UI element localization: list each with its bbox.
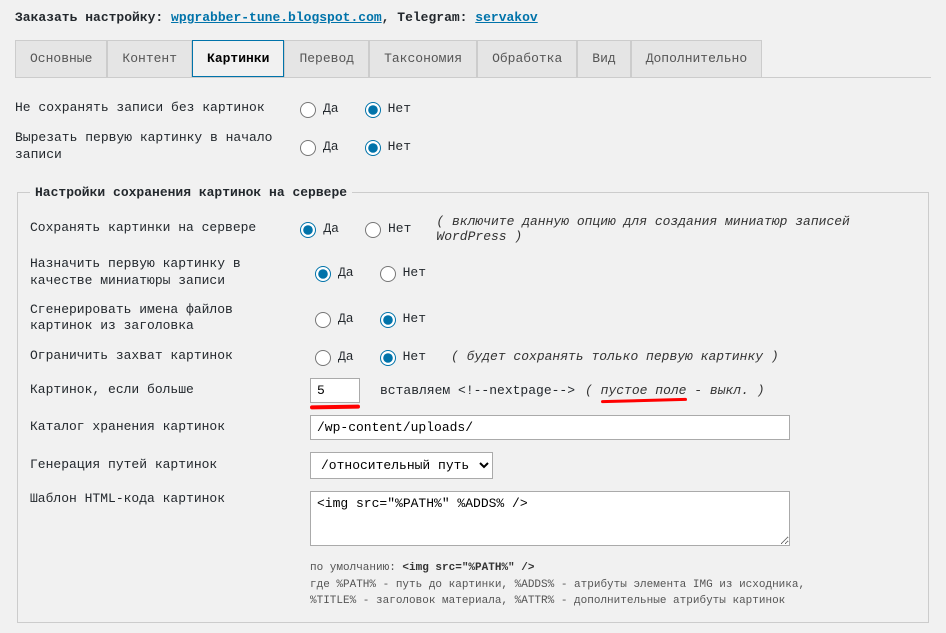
- header-prefix: Заказать настройку:: [15, 10, 171, 25]
- radio-yes[interactable]: Да: [310, 347, 354, 366]
- images-count-input[interactable]: [310, 378, 360, 403]
- path-gen-select[interactable]: /относительный путь: [310, 452, 493, 479]
- tab-images[interactable]: Картинки: [192, 40, 284, 77]
- legend: Настройки сохранения картинок на сервере: [30, 185, 352, 200]
- row-limit-image-grab: Ограничить захват картинок Да Нет ( буде…: [30, 341, 916, 372]
- radio-no[interactable]: Нет: [375, 263, 426, 282]
- html-template-textarea[interactable]: <img src="%PATH%" %ADDS% />: [310, 491, 790, 546]
- tab-translate[interactable]: Перевод: [284, 40, 369, 77]
- radio-no[interactable]: Нет: [360, 137, 411, 156]
- hint: ( пустое поле - выкл. ): [585, 383, 764, 398]
- template-notes: по умолчанию: <img src="%PATH%" /> где %…: [310, 560, 916, 610]
- storage-dir-input[interactable]: [310, 415, 790, 440]
- radio-no[interactable]: Нет: [360, 99, 411, 118]
- radio-yes[interactable]: Да: [310, 309, 354, 328]
- row-path-generation: Генерация путей картинок /относительный …: [30, 446, 916, 485]
- fieldset-save-images: Настройки сохранения картинок на сервере…: [17, 185, 929, 623]
- tab-main[interactable]: Основные: [15, 40, 107, 77]
- tab-processing[interactable]: Обработка: [477, 40, 577, 77]
- after-text: вставляем <!--nextpage-->: [380, 383, 575, 398]
- radio-yes[interactable]: Да: [295, 99, 339, 118]
- radio-no[interactable]: Нет: [375, 309, 426, 328]
- radio-yes[interactable]: Да: [295, 137, 339, 156]
- header-middle: , Telegram:: [382, 10, 476, 25]
- label: Вырезать первую картинку в начало записи: [15, 130, 295, 164]
- row-html-template: Шаблон HTML-кода картинок <img src="%PAT…: [30, 485, 916, 552]
- hint: ( включите данную опцию для создания мин…: [436, 214, 916, 244]
- header: Заказать настройку: wpgrabber-tune.blogs…: [15, 10, 931, 25]
- radio-yes[interactable]: Да: [295, 219, 339, 238]
- radio-yes[interactable]: Да: [310, 263, 354, 282]
- tabs: Основные Контент Картинки Перевод Таксон…: [15, 40, 931, 78]
- tab-content[interactable]: Контент: [107, 40, 192, 77]
- hint: ( будет сохранять только первую картинку…: [451, 349, 779, 364]
- radio-no[interactable]: Нет: [360, 219, 411, 238]
- tab-view[interactable]: Вид: [577, 40, 630, 77]
- row-cut-first-image: Вырезать первую картинку в начало записи…: [15, 124, 931, 170]
- row-save-on-server: Сохранять картинки на сервере Да Нет ( в…: [30, 208, 916, 250]
- row-no-save-without-images: Не сохранять записи без картинок Да Нет: [15, 93, 931, 124]
- tab-taxonomy[interactable]: Таксономия: [369, 40, 477, 77]
- header-link-telegram[interactable]: servakov: [475, 10, 537, 25]
- row-gen-filenames-from-title: Сгенерировать имена файлов картинок из з…: [30, 296, 916, 342]
- label: Не сохранять записи без картинок: [15, 100, 295, 117]
- radio-no[interactable]: Нет: [375, 347, 426, 366]
- tab-extra[interactable]: Дополнительно: [631, 40, 762, 77]
- header-link-blog[interactable]: wpgrabber-tune.blogspot.com: [171, 10, 382, 25]
- row-set-first-as-thumb: Назначить первую картинку в качестве мин…: [30, 250, 916, 296]
- row-images-if-more: Картинок, если больше вставляем <!--next…: [30, 372, 916, 409]
- row-storage-dir: Каталог хранения картинок: [30, 409, 916, 446]
